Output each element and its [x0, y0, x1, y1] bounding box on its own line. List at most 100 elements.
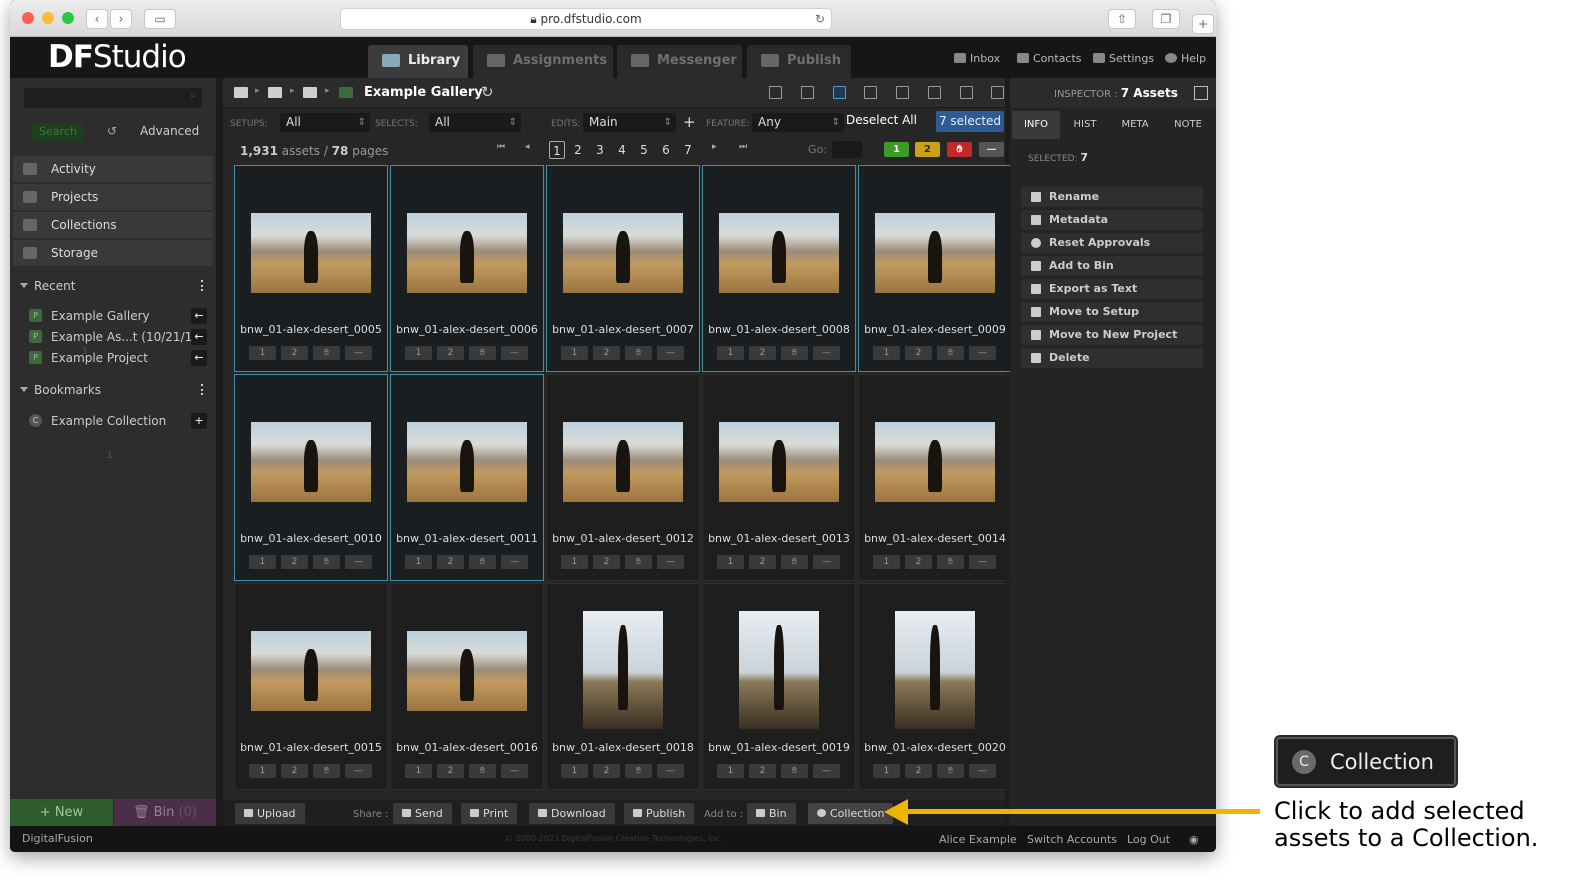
publish-button[interactable]: Publish: [624, 803, 695, 824]
rating-2-button[interactable]: 2: [593, 555, 620, 569]
recent-section-header[interactable]: Recent 3: [13, 275, 213, 357]
rating-2-button[interactable]: 2: [593, 764, 620, 778]
asset-cell[interactable]: bnw_01-alex-desert_0016 1 2 ✋︎ —: [390, 583, 544, 790]
recent-item[interactable]: P Example Gallery ←: [13, 306, 213, 326]
tab-note[interactable]: NOTE: [1164, 111, 1212, 139]
feature-select[interactable]: Any: [752, 113, 844, 132]
reject-button[interactable]: ✋︎: [937, 346, 964, 360]
asset-thumbnail[interactable]: [739, 611, 819, 729]
page-6[interactable]: 6: [658, 141, 674, 159]
rating-2-button[interactable]: 2: [905, 346, 932, 360]
folder-icon[interactable]: [268, 87, 282, 98]
reject-button[interactable]: ✋︎: [313, 555, 340, 569]
reject-button[interactable]: ✋︎: [469, 764, 496, 778]
fullscreen-icon[interactable]: [991, 86, 1004, 99]
rating-2-button[interactable]: 2: [749, 555, 776, 569]
list-view-icon[interactable]: [769, 86, 782, 99]
reject-button[interactable]: ✋︎: [937, 555, 964, 569]
clear-rating-button[interactable]: —: [501, 555, 528, 569]
advanced-search-link[interactable]: Advanced: [140, 124, 199, 138]
metadata-action[interactable]: Metadata: [1021, 210, 1203, 230]
rating-2-button[interactable]: 2: [749, 764, 776, 778]
rating-1-button[interactable]: 1: [561, 346, 588, 360]
inbox-link[interactable]: Inbox: [954, 52, 1000, 65]
clear-rating-button[interactable]: —: [969, 555, 996, 569]
reject-button[interactable]: ✋︎: [469, 555, 496, 569]
reject-button[interactable]: ✋︎: [625, 764, 652, 778]
tab-info[interactable]: INFO: [1012, 111, 1060, 139]
switch-accounts-link[interactable]: Switch Accounts: [1027, 833, 1117, 846]
contacts-link[interactable]: Contacts: [1017, 52, 1082, 65]
asset-cell[interactable]: bnw_01-alex-desert_0015 1 2 ✋︎ —: [234, 583, 388, 790]
rating-1-button[interactable]: 1: [717, 764, 744, 778]
sidebar-item-activity[interactable]: Activity: [13, 156, 213, 182]
clear-rating-button[interactable]: —: [501, 346, 528, 360]
grid-view-icon[interactable]: [833, 86, 846, 99]
asset-cell[interactable]: bnw_01-alex-desert_0014 1 2 ✋︎ —: [858, 374, 1012, 581]
asset-thumbnail[interactable]: [563, 422, 683, 502]
selected-count-badge[interactable]: 7 selected: [936, 111, 1004, 132]
print-button[interactable]: Print: [461, 803, 518, 824]
asset-cell[interactable]: bnw_01-alex-desert_0013 1 2 ✋︎ —: [702, 374, 856, 581]
flag-yellow-filter[interactable]: 2: [915, 142, 940, 157]
rating-2-button[interactable]: 2: [905, 555, 932, 569]
upload-button[interactable]: Upload: [235, 803, 305, 824]
refresh-icon[interactable]: ↻: [481, 83, 494, 101]
asset-cell[interactable]: bnw_01-alex-desert_0018 1 2 ✋︎ —: [546, 583, 700, 790]
download-button[interactable]: Download: [529, 803, 615, 824]
sidebar-item-storage[interactable]: Storage: [13, 240, 213, 266]
clear-rating-button[interactable]: —: [345, 764, 372, 778]
tab-library[interactable]: Library: [368, 45, 468, 78]
share-icon[interactable]: ⇧: [1108, 9, 1136, 29]
asset-thumbnail[interactable]: [895, 611, 975, 729]
selects-select[interactable]: All: [429, 113, 521, 132]
next-page-icon[interactable]: ▸: [712, 142, 717, 152]
bookmark-item[interactable]: C Example Collection +: [13, 411, 213, 431]
flag-none-filter[interactable]: —: [979, 142, 1004, 157]
rating-2-button[interactable]: 2: [749, 346, 776, 360]
asset-thumbnail[interactable]: [407, 213, 527, 293]
reject-button[interactable]: ✋︎: [625, 555, 652, 569]
tab-messenger[interactable]: Messenger: [617, 45, 742, 78]
rating-2-button[interactable]: 2: [281, 346, 308, 360]
rating-1-button[interactable]: 1: [561, 764, 588, 778]
rating-2-button[interactable]: 2: [593, 346, 620, 360]
tab-hist[interactable]: HIST: [1061, 111, 1109, 139]
clear-rating-button[interactable]: —: [501, 764, 528, 778]
rating-1-button[interactable]: 1: [717, 346, 744, 360]
user-name[interactable]: Alice Example: [939, 833, 1017, 846]
asset-thumbnail[interactable]: [251, 422, 371, 502]
flag-red-filter[interactable]: ✋︎: [947, 142, 972, 157]
more-icon[interactable]: [201, 280, 203, 291]
minimize-window-button[interactable]: [42, 12, 54, 24]
page-4[interactable]: 4: [614, 141, 630, 159]
rating-2-button[interactable]: 2: [437, 555, 464, 569]
first-page-icon[interactable]: ⏮: [497, 142, 505, 152]
clear-rating-button[interactable]: —: [813, 555, 840, 569]
plus-icon[interactable]: +: [191, 413, 207, 429]
arrow-left-icon[interactable]: ←: [191, 329, 207, 345]
asset-cell[interactable]: bnw_01-alex-desert_0007 1 2 ✋︎ —: [546, 165, 700, 372]
tab-assignments[interactable]: Assignments: [473, 45, 613, 78]
history-icon[interactable]: ↺: [107, 124, 117, 138]
asset-cell[interactable]: bnw_01-alex-desert_0011 1 2 ✋︎ —: [390, 374, 544, 581]
add-to-bin-action[interactable]: Add to Bin: [1021, 256, 1203, 276]
asset-cell[interactable]: bnw_01-alex-desert_0009 1 2 ✋︎ —: [858, 165, 1012, 372]
page-5[interactable]: 5: [636, 141, 652, 159]
asset-thumbnail[interactable]: [251, 631, 371, 711]
library-icon[interactable]: [234, 87, 248, 98]
zoom-window-button[interactable]: [62, 12, 74, 24]
rating-1-button[interactable]: 1: [873, 764, 900, 778]
asset-thumbnail[interactable]: [251, 213, 371, 293]
move-to-new-project-action[interactable]: Move to New Project: [1021, 325, 1203, 345]
flag-green-filter[interactable]: 1: [884, 142, 909, 157]
add-edit-icon[interactable]: +: [683, 113, 696, 131]
forward-button[interactable]: ›: [110, 9, 132, 29]
reject-button[interactable]: ✋︎: [937, 764, 964, 778]
delete-action[interactable]: Delete: [1021, 348, 1203, 368]
reject-button[interactable]: ✋︎: [781, 555, 808, 569]
edits-select[interactable]: Main: [583, 113, 676, 132]
tabs-icon[interactable]: ❐: [1152, 9, 1180, 29]
back-button[interactable]: ‹: [86, 9, 108, 29]
asset-thumbnail[interactable]: [583, 611, 663, 729]
